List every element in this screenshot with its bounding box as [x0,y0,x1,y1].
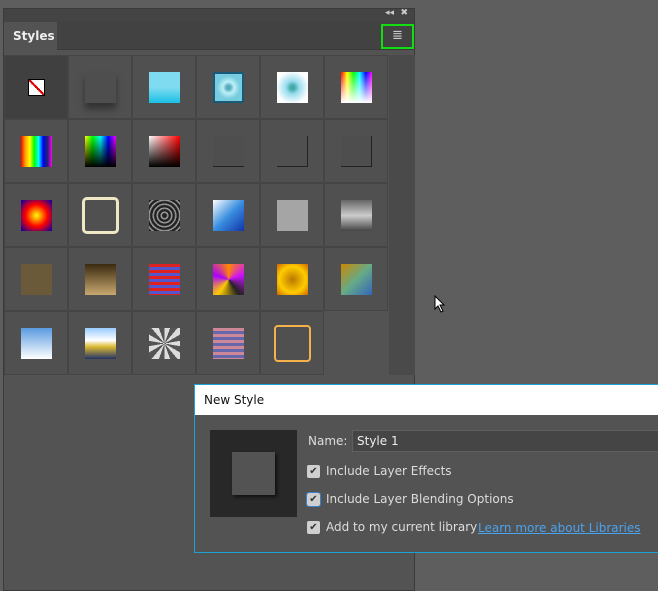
style-swatch[interactable] [196,55,260,119]
style-swatch[interactable] [68,183,132,247]
name-input[interactable] [352,430,658,452]
style-swatch[interactable] [68,55,132,119]
no-style-icon [27,78,45,96]
style-swatch[interactable] [68,311,132,375]
mouse-cursor-icon [434,295,446,313]
style-swatch[interactable] [196,183,260,247]
style-swatch[interactable] [4,183,68,247]
name-label: Name: [308,434,348,448]
style-swatch[interactable] [132,247,196,311]
style-swatch[interactable] [324,55,388,119]
tab-styles[interactable]: Styles [4,22,57,50]
style-swatch[interactable] [260,311,324,375]
style-swatch[interactable] [196,247,260,311]
panel-tab-row: Styles ≣ [4,22,414,50]
panel-title-bar[interactable]: ◂◂ ✖ [4,8,414,22]
style-swatch[interactable] [132,311,196,375]
style-swatch[interactable] [4,311,68,375]
style-swatch[interactable] [68,119,132,183]
checkmark-icon: ✔ [307,464,320,478]
style-swatch[interactable] [132,55,196,119]
close-icon[interactable]: ✖ [400,8,408,18]
style-swatch[interactable] [68,247,132,311]
dialog-title: New Style [195,385,658,415]
style-swatch[interactable] [196,311,260,375]
style-swatch[interactable] [4,247,68,311]
style-swatch[interactable] [132,119,196,183]
checkbox-label: Add to my current library [326,520,478,534]
style-swatch-none[interactable] [4,55,68,119]
style-preview [210,430,297,517]
style-swatch[interactable] [4,119,68,183]
style-swatch[interactable] [196,119,260,183]
style-swatch[interactable] [324,247,388,311]
checkmark-icon: ✔ [306,491,321,507]
style-swatch[interactable] [324,119,388,183]
include-layer-effects-checkbox[interactable]: ✔ Include Layer Effects [307,464,452,478]
style-swatch[interactable] [324,183,388,247]
style-swatch[interactable] [260,247,324,311]
include-blending-options-checkbox[interactable]: ✔ Include Layer Blending Options [306,491,514,507]
learn-more-libraries-link[interactable]: Learn more about Libraries [478,521,641,535]
add-to-library-checkbox[interactable]: ✔ Add to my current library [307,520,477,534]
style-swatch[interactable] [132,183,196,247]
checkmark-icon: ✔ [307,520,320,534]
new-style-dialog: New Style Name: ✔ Include Layer Effects ✔… [194,384,658,553]
style-swatch[interactable] [260,55,324,119]
style-swatch[interactable] [260,119,324,183]
double-chevron-left-icon[interactable]: ◂◂ [385,8,394,18]
hamburger-menu-icon[interactable]: ≣ [381,24,414,49]
checkbox-label: Include Layer Effects [326,464,452,478]
style-swatch[interactable] [260,183,324,247]
checkbox-label: Include Layer Blending Options [326,492,514,506]
styles-grid [4,55,388,375]
scrollbar[interactable] [389,55,415,375]
